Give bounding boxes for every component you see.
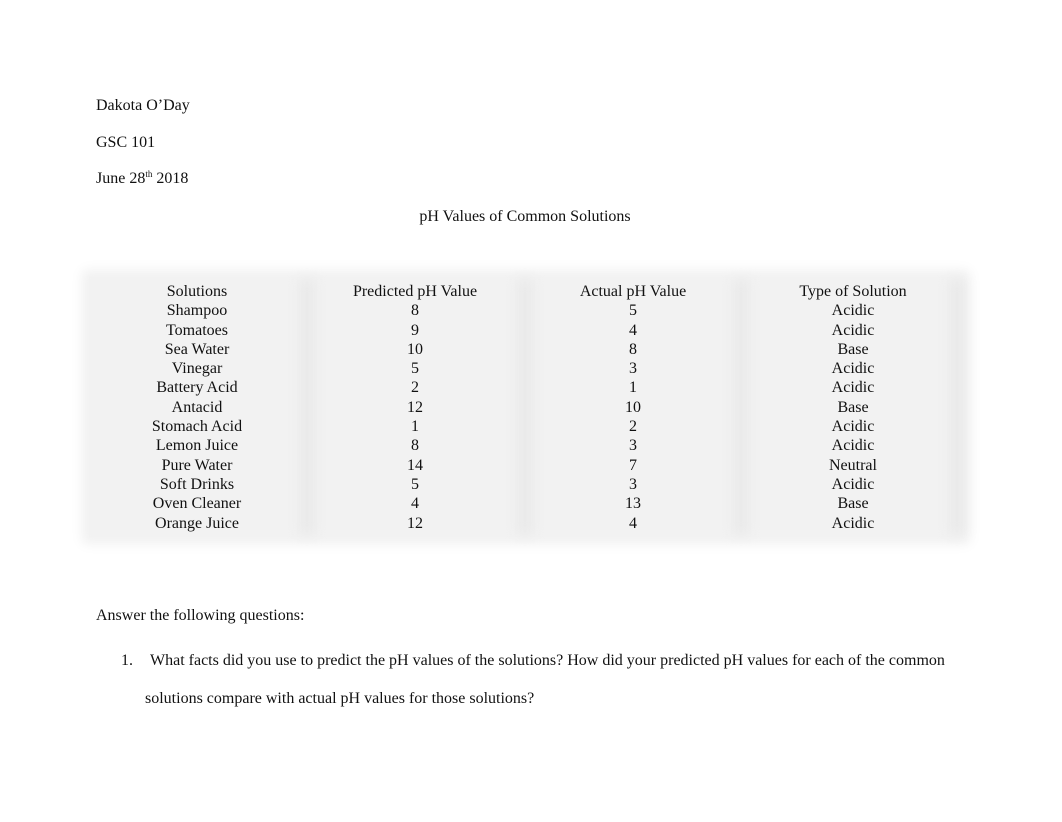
questions-intro: Answer the following questions: xyxy=(96,607,305,624)
actual-ph: 10 xyxy=(625,398,641,416)
solution-type: Acidic xyxy=(831,514,875,532)
predicted-ph: 9 xyxy=(411,321,419,339)
ph-values-table: Solutions Predicted pH Value Actual pH V… xyxy=(88,282,964,533)
solution-name: Antacid xyxy=(171,398,223,416)
solution-type: Acidic xyxy=(831,418,875,436)
actual-ph: 4 xyxy=(629,514,637,532)
solution-type: Base xyxy=(837,340,869,358)
question-item: 1. What facts did you use to predict the… xyxy=(121,642,971,718)
predicted-ph: 12 xyxy=(407,398,423,416)
table-row: Shampoo 8 5 Acidic xyxy=(88,301,964,320)
solution-type: Base xyxy=(837,495,869,513)
predicted-ph: 5 xyxy=(411,475,419,493)
column-header-predicted-ph: Predicted pH Value xyxy=(352,283,478,300)
solution-type: Acidic xyxy=(831,321,875,339)
solution-name: Shampoo xyxy=(166,302,228,320)
actual-ph: 3 xyxy=(629,475,637,493)
table-body: Shampoo 8 5 Acidic Tomatoes 9 4 Acidic Sea Water… xyxy=(88,301,964,533)
solution-name: Sea Water xyxy=(164,340,230,358)
predicted-ph: 8 xyxy=(411,437,419,455)
solution-type: Acidic xyxy=(831,360,875,378)
actual-ph: 1 xyxy=(629,379,637,397)
table-row: Battery Acid 2 1 Acidic xyxy=(88,378,964,397)
actual-ph: 13 xyxy=(625,495,641,513)
table-title: pH Values of Common Solutions xyxy=(419,208,631,225)
solution-type: Acidic xyxy=(831,475,875,493)
solution-name: Tomatoes xyxy=(166,321,228,339)
table-row: Soft Drinks 5 3 Acidic xyxy=(88,475,964,494)
table-row: Vinegar 5 3 Acidic xyxy=(88,359,964,378)
solution-type: Acidic xyxy=(831,437,875,455)
solution-name: Stomach Acid xyxy=(151,418,243,436)
predicted-ph: 14 xyxy=(407,456,423,474)
predicted-ph: 2 xyxy=(411,379,419,397)
solution-type: Acidic xyxy=(831,302,875,320)
actual-ph: 4 xyxy=(629,321,637,339)
table-row: Tomatoes 9 4 Acidic xyxy=(88,321,964,340)
solution-name: Oven Cleaner xyxy=(152,495,242,513)
solution-type: Base xyxy=(837,398,869,416)
table-row: Orange Juice 12 4 Acidic xyxy=(88,514,964,533)
predicted-ph: 8 xyxy=(411,302,419,320)
table-row: Lemon Juice 8 3 Acidic xyxy=(88,436,964,455)
date-year: 2018 xyxy=(152,170,189,187)
actual-ph: 3 xyxy=(629,437,637,455)
question-text-line-1: What facts did you use to predict the pH… xyxy=(150,652,945,669)
actual-ph: 2 xyxy=(629,418,637,436)
predicted-ph: 12 xyxy=(407,514,423,532)
column-header-type: Type of Solution xyxy=(799,283,907,300)
table-header-row: Solutions Predicted pH Value Actual pH V… xyxy=(88,282,964,301)
column-header-solutions: Solutions xyxy=(166,283,228,300)
table-row: Sea Water 10 8 Base xyxy=(88,340,964,359)
course-code: GSC 101 xyxy=(96,134,156,151)
document-date: June 28th 2018 xyxy=(96,169,188,189)
date-day: June 28 xyxy=(96,170,146,187)
solution-name: Lemon Juice xyxy=(155,437,239,455)
actual-ph: 5 xyxy=(629,302,637,320)
actual-ph: 8 xyxy=(629,340,637,358)
actual-ph: 3 xyxy=(629,360,637,378)
table-row: Pure Water 14 7 Neutral xyxy=(88,456,964,475)
solution-name: Pure Water xyxy=(161,456,233,474)
solution-name: Soft Drinks xyxy=(159,475,235,493)
solution-name: Battery Acid xyxy=(156,379,238,397)
question-text-line-2: solutions compare with actual pH values … xyxy=(145,690,535,707)
solution-type: Neutral xyxy=(829,456,877,474)
table-row: Stomach Acid 1 2 Acidic xyxy=(88,417,964,436)
solution-name: Orange Juice xyxy=(155,514,239,532)
column-header-actual-ph: Actual pH Value xyxy=(579,283,687,300)
predicted-ph: 4 xyxy=(411,495,419,513)
predicted-ph: 1 xyxy=(411,418,419,436)
author-name: Dakota O’Day xyxy=(96,97,190,114)
solution-type: Acidic xyxy=(831,379,875,397)
actual-ph: 7 xyxy=(629,456,637,474)
table-row: Antacid 12 10 Base xyxy=(88,398,964,417)
question-number: 1. xyxy=(121,652,133,669)
table-row: Oven Cleaner 4 13 Base xyxy=(88,494,964,513)
predicted-ph: 10 xyxy=(407,340,423,358)
predicted-ph: 5 xyxy=(411,360,419,378)
question-text: What facts did you use to predict the pH… xyxy=(121,642,971,718)
solution-name: Vinegar xyxy=(171,360,223,378)
